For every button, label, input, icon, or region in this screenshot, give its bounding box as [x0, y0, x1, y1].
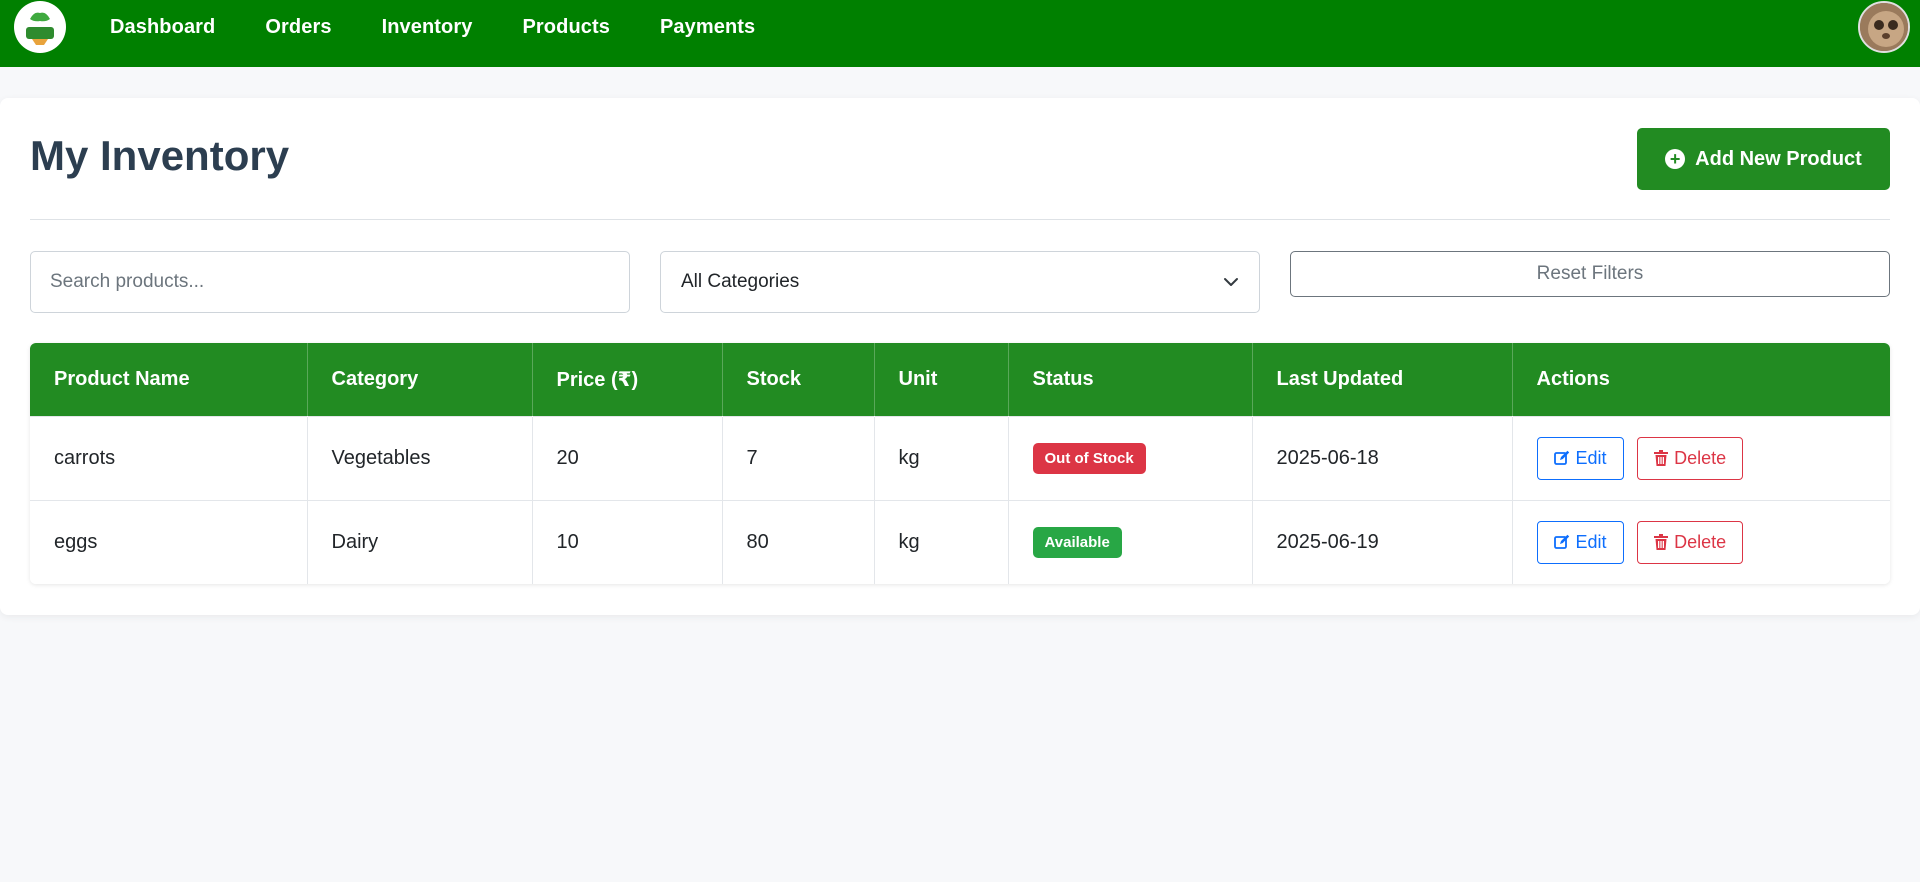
inventory-card: My Inventory + Add New Product All Categ… [0, 98, 1920, 615]
cell-price: 10 [532, 500, 723, 584]
cell-actions: Edit Delete [1512, 416, 1890, 500]
col-unit: Unit [874, 343, 1009, 416]
col-category: Category [307, 343, 533, 416]
header-divider [30, 219, 1890, 220]
col-product-name: Product Name [30, 343, 308, 416]
edit-icon [1553, 450, 1569, 465]
edit-icon [1553, 535, 1569, 550]
delete-label: Delete [1674, 531, 1727, 552]
col-actions: Actions [1536, 367, 1610, 390]
avatar-image [1860, 3, 1908, 51]
delete-button[interactable]: Delete [1637, 436, 1744, 480]
plus-circle-icon: + [1665, 149, 1686, 169]
top-navbar: Dashboard Orders Inventory Products Paym… [0, 0, 1920, 67]
col-last-updated: Last Updated [1252, 343, 1513, 416]
cell-last-updated: 2025-06-18 [1252, 416, 1513, 500]
add-new-product-button[interactable]: + Add New Product [1637, 128, 1890, 190]
logo-icon [17, 4, 63, 50]
trash-icon [1654, 534, 1669, 551]
cell-product-name: carrots [30, 416, 308, 500]
chevron-down-icon [1224, 278, 1238, 286]
edit-button[interactable]: Edit [1536, 436, 1624, 480]
col-price: Price (₹) [532, 343, 723, 416]
cell-unit: kg [874, 500, 1009, 584]
table-row: carrots Vegetables 20 7 kg Out of Stock … [30, 416, 1890, 500]
edit-button[interactable]: Edit [1536, 520, 1624, 564]
col-status: Status [1008, 343, 1253, 416]
delete-button[interactable]: Delete [1637, 520, 1744, 564]
add-button-label: Add New Product [1695, 147, 1862, 170]
cell-unit: kg [874, 416, 1009, 500]
cell-stock: 80 [722, 500, 875, 584]
cell-category: Dairy [307, 500, 533, 584]
trash-icon [1654, 450, 1669, 466]
table-header-row: Product Name Category Price (₹) Stock Un… [30, 343, 1890, 416]
cell-product-name: eggs [30, 500, 308, 584]
cell-status: Out of Stock [1008, 416, 1253, 500]
nav-payments[interactable]: Payments [660, 16, 755, 39]
delete-label: Delete [1674, 447, 1727, 468]
edit-label: Edit [1575, 447, 1607, 468]
category-select[interactable]: All Categories [660, 251, 1260, 313]
cell-status: Available [1008, 500, 1253, 584]
cell-actions: Edit Delete [1512, 500, 1890, 584]
brand-logo[interactable] [14, 1, 66, 53]
edit-label: Edit [1575, 531, 1607, 552]
nav-inventory[interactable]: Inventory [382, 16, 473, 39]
cell-last-updated: 2025-06-19 [1252, 500, 1513, 584]
search-input[interactable] [30, 251, 630, 313]
nav-dashboard[interactable]: Dashboard [110, 16, 215, 39]
page-title: My Inventory [30, 132, 290, 179]
cell-category: Vegetables [307, 416, 533, 500]
col-stock: Stock [722, 343, 875, 416]
cell-price: 20 [532, 416, 723, 500]
inventory-table: Product Name Category Price (₹) Stock Un… [30, 343, 1890, 584]
nav-links: Dashboard Orders Inventory Products Paym… [110, 0, 805, 55]
status-badge: Available [1032, 526, 1122, 558]
nav-orders[interactable]: Orders [265, 16, 331, 39]
status-badge: Out of Stock [1032, 442, 1146, 474]
category-selected-value: All Categories [681, 271, 800, 292]
nav-products[interactable]: Products [522, 16, 609, 39]
reset-filters-button[interactable]: Reset Filters [1290, 251, 1890, 297]
user-avatar[interactable] [1858, 1, 1910, 53]
cell-stock: 7 [722, 416, 875, 500]
table-row: eggs Dairy 10 80 kg Available 2025-06-19 [30, 500, 1890, 584]
